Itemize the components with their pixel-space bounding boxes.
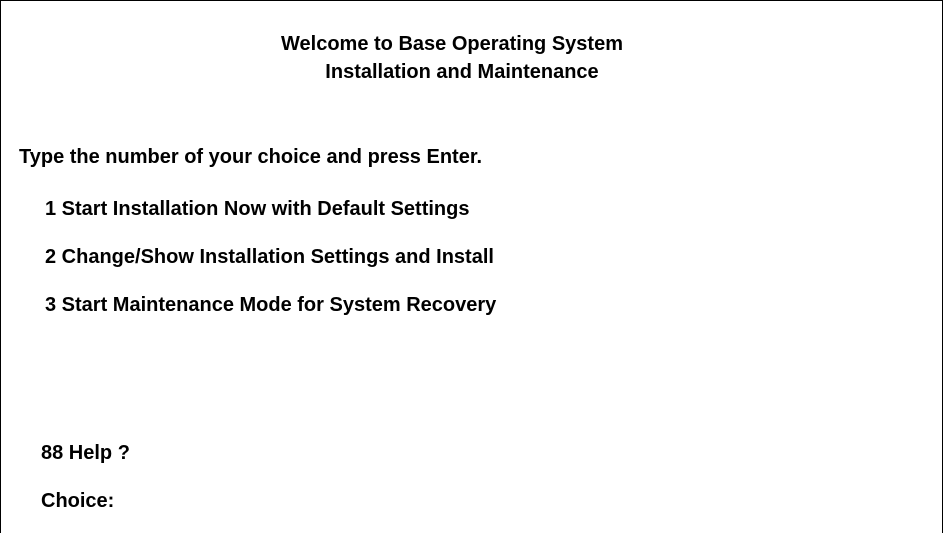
page-title: Welcome to Base Operating System: [281, 33, 623, 55]
menu-option-maintenance-mode[interactable]: 3 Start Maintenance Mode for System Reco…: [45, 292, 496, 318]
menu-option-help[interactable]: 88 Help ?: [41, 440, 130, 466]
instruction-text: Type the number of your choice and press…: [19, 146, 483, 168]
page-subtitle: Installation and Maintenance: [325, 61, 599, 83]
menu-option-change-settings[interactable]: 2 Change/Show Installation Settings and …: [45, 244, 494, 270]
choice-prompt: Choice:: [41, 488, 160, 514]
choice-label: Choice:: [41, 490, 115, 512]
install-menu-screen: Welcome to Base Operating System Install…: [0, 0, 943, 533]
menu-option-start-installation[interactable]: 1 Start Installation Now with Default Se…: [45, 196, 469, 222]
choice-input[interactable]: [120, 491, 160, 513]
